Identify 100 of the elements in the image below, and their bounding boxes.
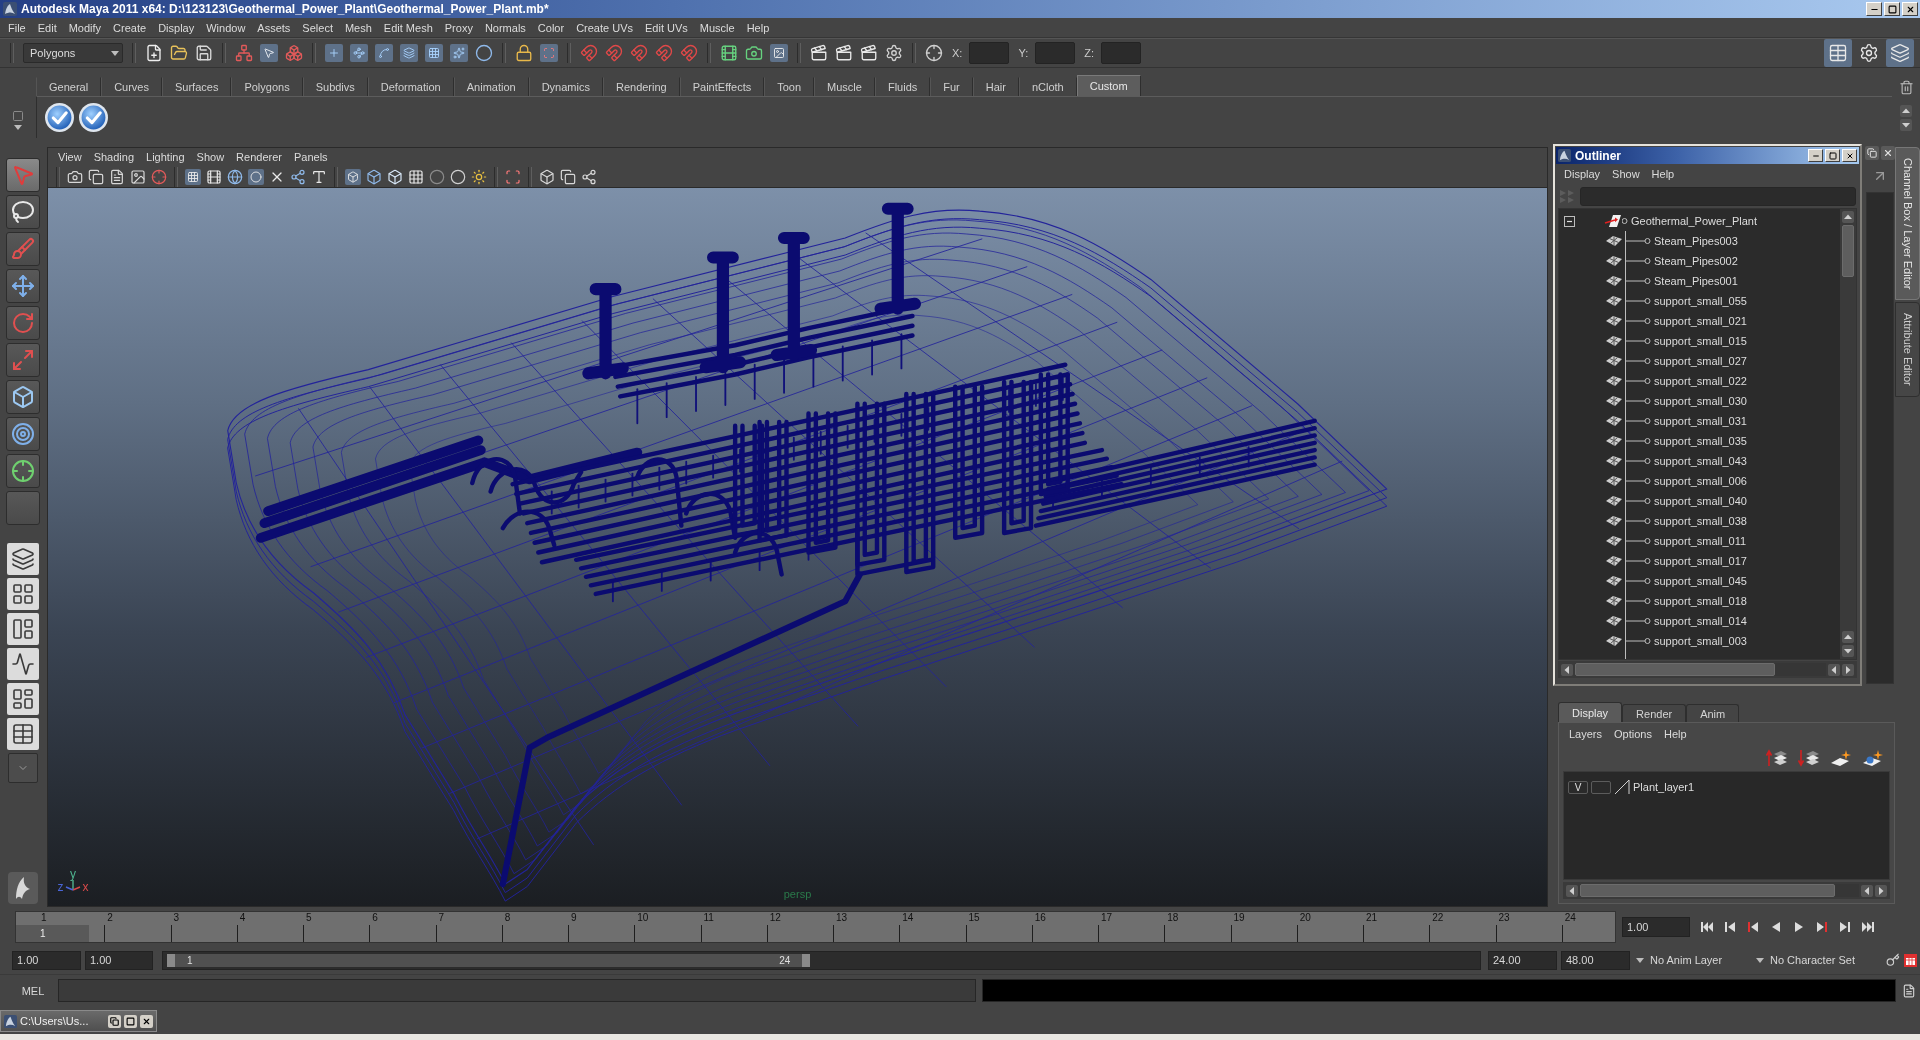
rotate-tool-button[interactable] bbox=[6, 306, 40, 340]
text-icon[interactable] bbox=[311, 168, 327, 185]
square-icon[interactable] bbox=[12, 110, 24, 122]
tree-item[interactable]: support_small_045 bbox=[1654, 575, 1747, 587]
maximize-icon[interactable] bbox=[124, 1014, 137, 1028]
nodes-icon[interactable] bbox=[290, 168, 306, 185]
side-tab[interactable]: Channel Box / Layer Editor bbox=[1895, 147, 1920, 301]
scale-tool-button[interactable] bbox=[6, 343, 40, 377]
time-slider[interactable]: 1 bbox=[16, 925, 1615, 942]
layers-layout-icon[interactable] bbox=[7, 543, 39, 575]
menu-item[interactable]: Display bbox=[152, 21, 201, 34]
curve-icon[interactable] bbox=[375, 44, 393, 62]
playback-start-field[interactable]: 1.00 bbox=[85, 950, 153, 970]
minimize-button[interactable] bbox=[1866, 2, 1882, 16]
soft-modification-button[interactable] bbox=[6, 417, 40, 451]
menu-item[interactable]: Window bbox=[200, 21, 252, 34]
layer-color-icon[interactable] bbox=[1614, 779, 1630, 795]
shelf-tab[interactable]: Polygons bbox=[231, 77, 303, 96]
checkmark-circle-icon[interactable] bbox=[45, 103, 74, 132]
current-time-field[interactable]: 1.00 bbox=[1622, 917, 1690, 937]
film-icon[interactable] bbox=[720, 44, 738, 62]
tree-item[interactable]: support_small_022 bbox=[1654, 375, 1747, 387]
vertical-scrollbar[interactable] bbox=[1840, 209, 1856, 659]
side-tab[interactable]: Attribute Editor bbox=[1895, 302, 1920, 398]
tree-item[interactable]: support_small_006 bbox=[1654, 475, 1747, 487]
filter-field[interactable] bbox=[1580, 186, 1856, 206]
key-icon[interactable] bbox=[1886, 953, 1900, 967]
current-frame-marker[interactable]: 1 bbox=[16, 925, 89, 942]
character-set-dropdown[interactable]: No Character Set bbox=[1754, 950, 1882, 970]
range-slider[interactable]: 1 24 bbox=[162, 950, 1481, 970]
paint-select-tool-button[interactable] bbox=[6, 232, 40, 266]
hierarchy-icon[interactable] bbox=[235, 44, 253, 62]
horizontal-scrollbar[interactable] bbox=[1558, 661, 1857, 678]
shelf-tab[interactable]: Animation bbox=[453, 77, 529, 96]
scroll-left-icon[interactable] bbox=[1828, 663, 1840, 676]
minimized-window[interactable]: C:\Users\Us... bbox=[0, 1010, 157, 1032]
camera-icon[interactable] bbox=[67, 168, 83, 185]
sun-icon[interactable] bbox=[471, 168, 487, 185]
key-back-icon[interactable] bbox=[1746, 921, 1760, 933]
menu-item[interactable]: Create bbox=[107, 21, 153, 34]
tree-item[interactable]: Steam_Pipes001 bbox=[1654, 275, 1738, 287]
shelf-tab[interactable]: Rendering bbox=[602, 77, 680, 96]
menu-item[interactable]: Layers bbox=[1563, 728, 1609, 740]
menu-item[interactable]: Normals bbox=[478, 21, 532, 34]
lock-icon[interactable] bbox=[515, 44, 533, 62]
cube-icon[interactable] bbox=[345, 168, 361, 185]
menu-item[interactable]: Show bbox=[1606, 168, 1646, 180]
range-slider-thumb[interactable]: 1 24 bbox=[167, 953, 811, 967]
menu-item[interactable]: Modify bbox=[62, 21, 108, 34]
gear-icon[interactable] bbox=[885, 44, 903, 62]
layers-icon[interactable] bbox=[400, 44, 418, 62]
shelf-tab[interactable]: nCloth bbox=[1018, 77, 1077, 96]
nodes-icon[interactable] bbox=[581, 168, 597, 185]
maximize-button[interactable] bbox=[1825, 149, 1840, 162]
viewport-3d-view[interactable]: y z x persp bbox=[48, 188, 1547, 906]
tree-item[interactable]: support_small_035 bbox=[1654, 435, 1747, 447]
trash-icon[interactable] bbox=[1898, 80, 1914, 95]
gear-icon[interactable] bbox=[1859, 43, 1879, 63]
menu-item[interactable]: Create UVs bbox=[570, 21, 639, 34]
tree-item[interactable]: support_small_021 bbox=[1654, 315, 1747, 327]
scroll-right-icon[interactable] bbox=[1842, 663, 1854, 676]
clapperboard-icon[interactable] bbox=[810, 44, 828, 62]
layer-stack-down-icon[interactable] bbox=[1798, 749, 1820, 767]
scrollbar-thumb[interactable] bbox=[1575, 663, 1775, 676]
command-result-field[interactable] bbox=[982, 979, 1896, 1002]
tree-item[interactable]: support_small_030 bbox=[1654, 395, 1747, 407]
close-button[interactable] bbox=[1902, 2, 1918, 16]
restore-icon[interactable] bbox=[1864, 146, 1879, 160]
tree-item[interactable]: support_small_027 bbox=[1654, 355, 1747, 367]
new-layer-icon[interactable] bbox=[1830, 749, 1852, 767]
coordinate-field[interactable] bbox=[1035, 42, 1076, 64]
close-button[interactable] bbox=[1842, 149, 1857, 162]
menu-item[interactable]: Lighting bbox=[140, 151, 191, 163]
select-tool-button[interactable] bbox=[6, 158, 40, 192]
tree-item[interactable]: Steam_Pipes002 bbox=[1654, 255, 1738, 267]
menu-item[interactable]: Edit bbox=[31, 21, 63, 34]
skip-back-icon[interactable] bbox=[1700, 921, 1714, 933]
copy-icon[interactable] bbox=[88, 168, 104, 185]
cube-icon[interactable] bbox=[366, 168, 382, 185]
four-panel-layout-icon[interactable] bbox=[7, 578, 39, 610]
layer-stack-up-icon[interactable] bbox=[1766, 749, 1788, 767]
coordinate-field[interactable] bbox=[969, 42, 1010, 64]
image-icon[interactable] bbox=[770, 44, 788, 62]
camera-icon[interactable] bbox=[745, 44, 763, 62]
shelf-tab[interactable]: Toon bbox=[764, 77, 815, 96]
shelf-tab[interactable]: Hair bbox=[972, 77, 1019, 96]
maximize-button[interactable] bbox=[1884, 2, 1900, 16]
menu-item[interactable]: Help bbox=[740, 21, 776, 34]
new-file-icon[interactable] bbox=[145, 44, 163, 62]
command-input-field[interactable] bbox=[58, 979, 976, 1002]
document-icon[interactable] bbox=[109, 168, 125, 185]
tree-item[interactable]: support_small_031 bbox=[1654, 415, 1747, 427]
shelf-tab[interactable]: Muscle bbox=[814, 77, 875, 96]
scroll-left-icon[interactable] bbox=[1561, 663, 1573, 676]
menu-item[interactable]: Display bbox=[1558, 168, 1607, 180]
layer-editor-tab[interactable]: Render bbox=[1622, 704, 1687, 722]
playback-end-field[interactable]: 24.00 bbox=[1488, 950, 1557, 970]
save-icon[interactable] bbox=[195, 44, 213, 62]
shelf-tab[interactable]: Dynamics bbox=[528, 77, 603, 96]
collapse-icon[interactable] bbox=[1564, 215, 1575, 227]
